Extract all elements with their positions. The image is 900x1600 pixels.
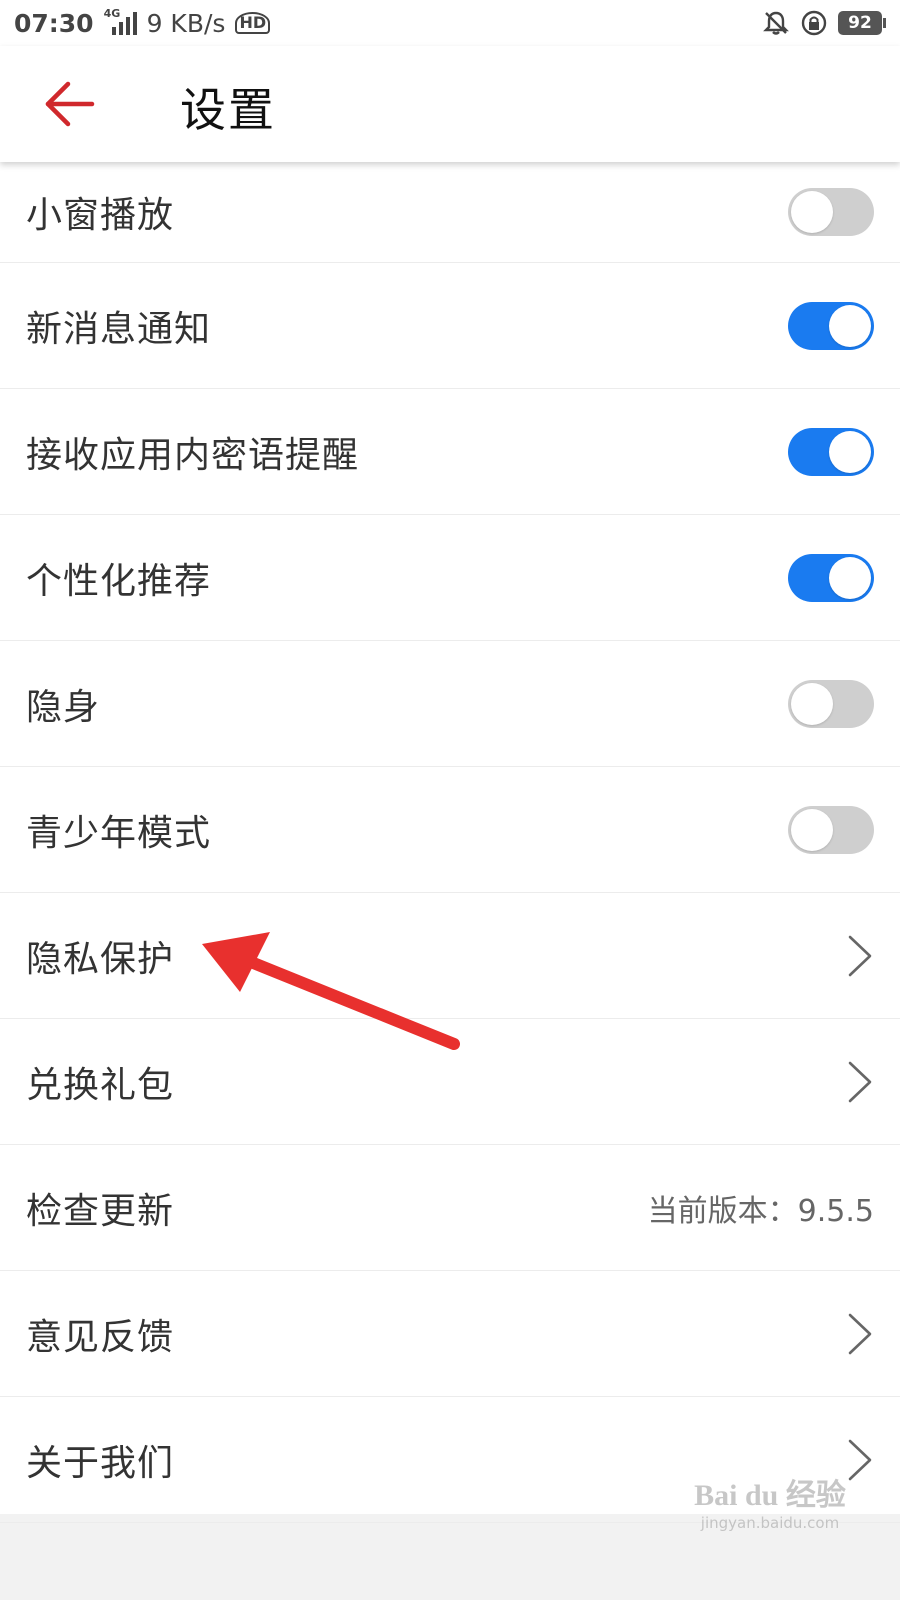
setting-row-personalized-recommend[interactable]: 个性化推荐 [0,515,900,641]
watermark-url: jingyan.baidu.com [700,1514,840,1532]
setting-label: 隐私保护 [26,938,175,980]
setting-label: 小窗播放 [26,195,175,236]
setting-row-invisible[interactable]: 隐身 [0,641,900,767]
app-header: 设置 [0,46,900,162]
cell-signal-icon: 4G [104,7,137,35]
invisible-toggle[interactable] [788,679,874,728]
current-version-text: 当前版本：9.5.5 [647,1193,874,1229]
setting-row-teen-mode[interactable]: 青少年模式 [0,767,900,893]
network-speed: 9 KB/s [146,8,226,38]
setting-row-whisper-reminder[interactable]: 接收应用内密语提醒 [0,389,900,515]
personalized-recommend-toggle[interactable] [788,553,874,602]
setting-label: 兑换礼包 [26,1064,175,1106]
battery-level: 92 [838,11,882,35]
annotation-arrow-icon [202,932,460,1050]
setting-row-new-message-notice[interactable]: 新消息通知 [0,263,900,389]
network-type: 4G [103,7,121,20]
baidu-jingyan-watermark: Bai du 经验 jingyan.baidu.com [680,1470,860,1532]
settings-list: 小窗播放 新消息通知 接收应用内密语提醒 个性化推荐 隐身 青少年模式 隐私保护… [0,162,900,1523]
settings-screen: 07:30 4G 9 KB/s HD 92 设置 小窗播放 新消息通知 接收应用… [0,0,900,1600]
chevron-right-icon [848,1313,872,1354]
back-button[interactable] [40,76,100,132]
page-title: 设置 [180,83,276,137]
rotation-lock-icon [801,10,827,36]
status-time: 07:30 [14,8,94,38]
setting-row-check-update[interactable]: 检查更新 当前版本：9.5.5 [0,1145,900,1271]
setting-row-mini-window[interactable]: 小窗播放 [0,162,900,263]
setting-label: 新消息通知 [26,308,212,350]
teen-mode-toggle[interactable] [788,805,874,854]
hd-voice-icon: HD [235,12,271,34]
whisper-reminder-toggle[interactable] [788,427,874,476]
status-right: 92 [762,9,886,37]
bell-muted-icon [763,11,789,35]
watermark-brand: Bai du 经验 [694,1479,846,1512]
setting-row-feedback[interactable]: 意见反馈 [0,1271,900,1397]
new-message-toggle[interactable] [788,301,874,350]
back-arrow-icon [45,81,95,127]
chevron-right-icon [848,935,872,976]
setting-label: 关于我们 [26,1442,175,1484]
setting-label: 接收应用内密语提醒 [26,434,360,476]
battery-icon: 92 [838,11,886,35]
setting-label: 检查更新 [26,1190,175,1232]
setting-label: 个性化推荐 [26,560,212,602]
mini-window-toggle[interactable] [788,188,874,236]
setting-label: 青少年模式 [26,812,212,854]
chevron-right-icon [848,1061,872,1102]
setting-label: 隐身 [26,686,101,728]
status-bar: 07:30 4G 9 KB/s HD 92 [0,0,900,46]
setting-label: 意见反馈 [26,1316,175,1358]
status-left: 07:30 4G 9 KB/s HD [14,7,271,38]
